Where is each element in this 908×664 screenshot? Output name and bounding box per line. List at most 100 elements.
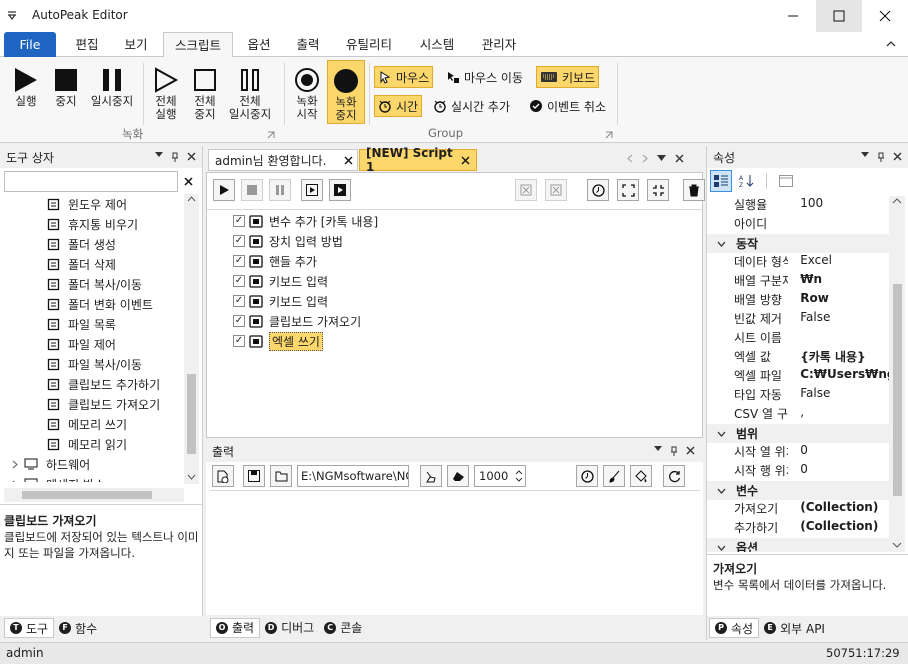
toolbox-item[interactable]: 휴지통 비우기 [46, 214, 184, 234]
step-checkbox[interactable]: ✓ [233, 315, 245, 327]
collapse-arrow-icon[interactable] [717, 431, 726, 437]
toolbox-item[interactable]: 폴더 생성 [46, 234, 184, 254]
property-row[interactable]: 빈값 제거 False [707, 310, 889, 329]
log-count-stepper[interactable]: 1000 [474, 465, 526, 487]
property-category[interactable]: 옵션 [707, 538, 889, 552]
cancel-event-toggle[interactable]: 이벤트 취소 [526, 95, 609, 117]
expand-arrow-icon[interactable] [12, 480, 18, 482]
run-from-button[interactable] [329, 179, 351, 201]
tab-welcome[interactable]: admin님 환영합니다. [208, 149, 358, 171]
property-row[interactable]: 엑셀 값 {카톡 내용} [707, 348, 889, 367]
dropdown-icon[interactable] [861, 152, 869, 158]
record-stop-button[interactable]: 녹화 중지 [327, 60, 365, 124]
property-row[interactable]: 실행율 100 [707, 196, 889, 215]
menu-file[interactable]: File [4, 32, 56, 57]
time-toggle[interactable]: 시간 [374, 95, 423, 117]
delete-all-button[interactable] [545, 179, 567, 201]
timestamp-button[interactable] [576, 465, 598, 487]
property-row[interactable]: 가져오기 (Collection) [707, 500, 889, 519]
categorized-button[interactable] [710, 170, 732, 192]
toolbox-item[interactable]: 파일 목록 [46, 314, 184, 334]
step-checkbox[interactable]: ✓ [233, 215, 245, 227]
close-button[interactable] [862, 0, 908, 32]
tab-output[interactable]: O 출력 [210, 617, 261, 638]
close-icon[interactable] [187, 152, 196, 161]
tab-external-api[interactable]: E 외부 API [759, 618, 830, 638]
script-step[interactable]: ✓ 클립보드 가져오기 [207, 311, 702, 331]
erase-button[interactable] [447, 465, 469, 487]
tab-functions[interactable]: F 함수 [54, 618, 102, 638]
toolbox-item[interactable]: 메모리 쓰기 [46, 414, 184, 434]
menu-view[interactable]: 보기 [112, 32, 160, 57]
property-row[interactable]: 엑셀 파일C:₩Users₩ngma [707, 367, 889, 386]
toolbox-item[interactable]: 폴더 삭제 [46, 254, 184, 274]
alphabetical-button[interactable]: AZ [736, 170, 758, 192]
refresh-button[interactable] [663, 465, 685, 487]
close-icon[interactable] [344, 156, 353, 165]
toolbox-item[interactable]: 윈도우 제어 [46, 194, 184, 214]
scroll-thumb[interactable] [187, 374, 196, 454]
close-icon[interactable] [675, 154, 684, 163]
pin-icon[interactable] [171, 152, 179, 162]
step-checkbox[interactable]: ✓ [233, 235, 245, 247]
menu-options[interactable]: 옵션 [236, 32, 282, 57]
minimize-button[interactable] [770, 0, 816, 32]
toolbox-hscroll[interactable] [4, 488, 184, 502]
dropdown-icon[interactable] [155, 152, 163, 158]
run-button[interactable]: 실행 [8, 65, 44, 108]
property-row[interactable]: 아이디 [707, 215, 889, 234]
keyboard-toggle[interactable]: 키보드 [536, 66, 600, 88]
toolbox-item[interactable]: 폴더 복사/이동 [46, 274, 184, 294]
toolbox-item[interactable]: 클립보드 가져오기 [46, 394, 184, 414]
mouse-toggle[interactable]: 마우스 [374, 66, 434, 88]
save-log-button[interactable] [243, 465, 265, 487]
toolbox-item[interactable]: 폴더 변화 이벤트 [46, 294, 184, 314]
pause-button[interactable]: 일시중지 [86, 65, 138, 108]
property-row[interactable]: 타입 자동 False [707, 386, 889, 405]
property-category[interactable]: 범위 [707, 424, 889, 443]
step-checkbox[interactable]: ✓ [233, 275, 245, 287]
toolbox-item[interactable]: 메모리 읽기 [46, 434, 184, 454]
property-row[interactable]: 배열 구분자 ₩n [707, 272, 889, 291]
script-pause-button[interactable] [269, 179, 291, 201]
clear-search-button[interactable] [178, 171, 199, 192]
expand-button[interactable] [617, 179, 639, 201]
step-checkbox[interactable]: ✓ [233, 335, 245, 347]
step-run-button[interactable] [301, 179, 323, 201]
property-row[interactable]: 추가하기 (Collection) [707, 519, 889, 538]
menu-script[interactable]: 스크립트 [163, 32, 233, 58]
menu-edit[interactable]: 편집 [62, 32, 112, 57]
delete-button[interactable] [515, 179, 537, 201]
script-step[interactable]: ✓ 변수 추가 [카톡 내용] [207, 211, 702, 231]
collapse-arrow-icon[interactable] [717, 488, 726, 494]
close-icon[interactable] [461, 156, 470, 165]
collapse-arrow-icon[interactable] [717, 545, 726, 551]
property-row[interactable]: 시트 이름 [707, 329, 889, 348]
menu-output[interactable]: 출력 [285, 32, 331, 57]
toolbox-item[interactable]: 파일 복사/이동 [46, 354, 184, 374]
mouse-move-toggle[interactable]: 마우스 이동 [443, 66, 526, 88]
property-row[interactable]: 시작 행 위치0 [707, 462, 889, 481]
script-step[interactable]: ✓ 키보드 입력 [207, 291, 702, 311]
new-log-button[interactable] [212, 465, 234, 487]
property-row[interactable]: 데이타 형식 Excel [707, 253, 889, 272]
stop-button[interactable]: 중지 [48, 65, 84, 108]
clean-button[interactable] [420, 465, 442, 487]
log-path-input[interactable]: E:\NGMsoftware\NG [297, 465, 409, 487]
open-folder-button[interactable] [270, 465, 292, 487]
scroll-thumb[interactable] [893, 284, 902, 496]
next-tab-icon[interactable] [642, 154, 648, 163]
pin-icon[interactable] [877, 152, 885, 162]
properties-vscroll[interactable] [889, 196, 905, 552]
toolbox-group[interactable]: 메세지 박스 [12, 474, 184, 482]
fill-button[interactable] [630, 465, 652, 487]
close-icon[interactable] [686, 446, 695, 455]
collapse-arrow-icon[interactable] [717, 241, 726, 247]
collapse-ribbon-icon[interactable] [886, 40, 896, 48]
run-all-button[interactable]: 전체 실행 [148, 65, 184, 121]
toolbox-item[interactable]: 파일 제어 [46, 334, 184, 354]
script-step[interactable]: ✓ 키보드 입력 [207, 271, 702, 291]
realtime-add-toggle[interactable]: 실시간 추가 [430, 95, 513, 117]
script-step[interactable]: ✓ 장치 입력 방법 [207, 231, 702, 251]
trash-button[interactable] [683, 179, 705, 201]
